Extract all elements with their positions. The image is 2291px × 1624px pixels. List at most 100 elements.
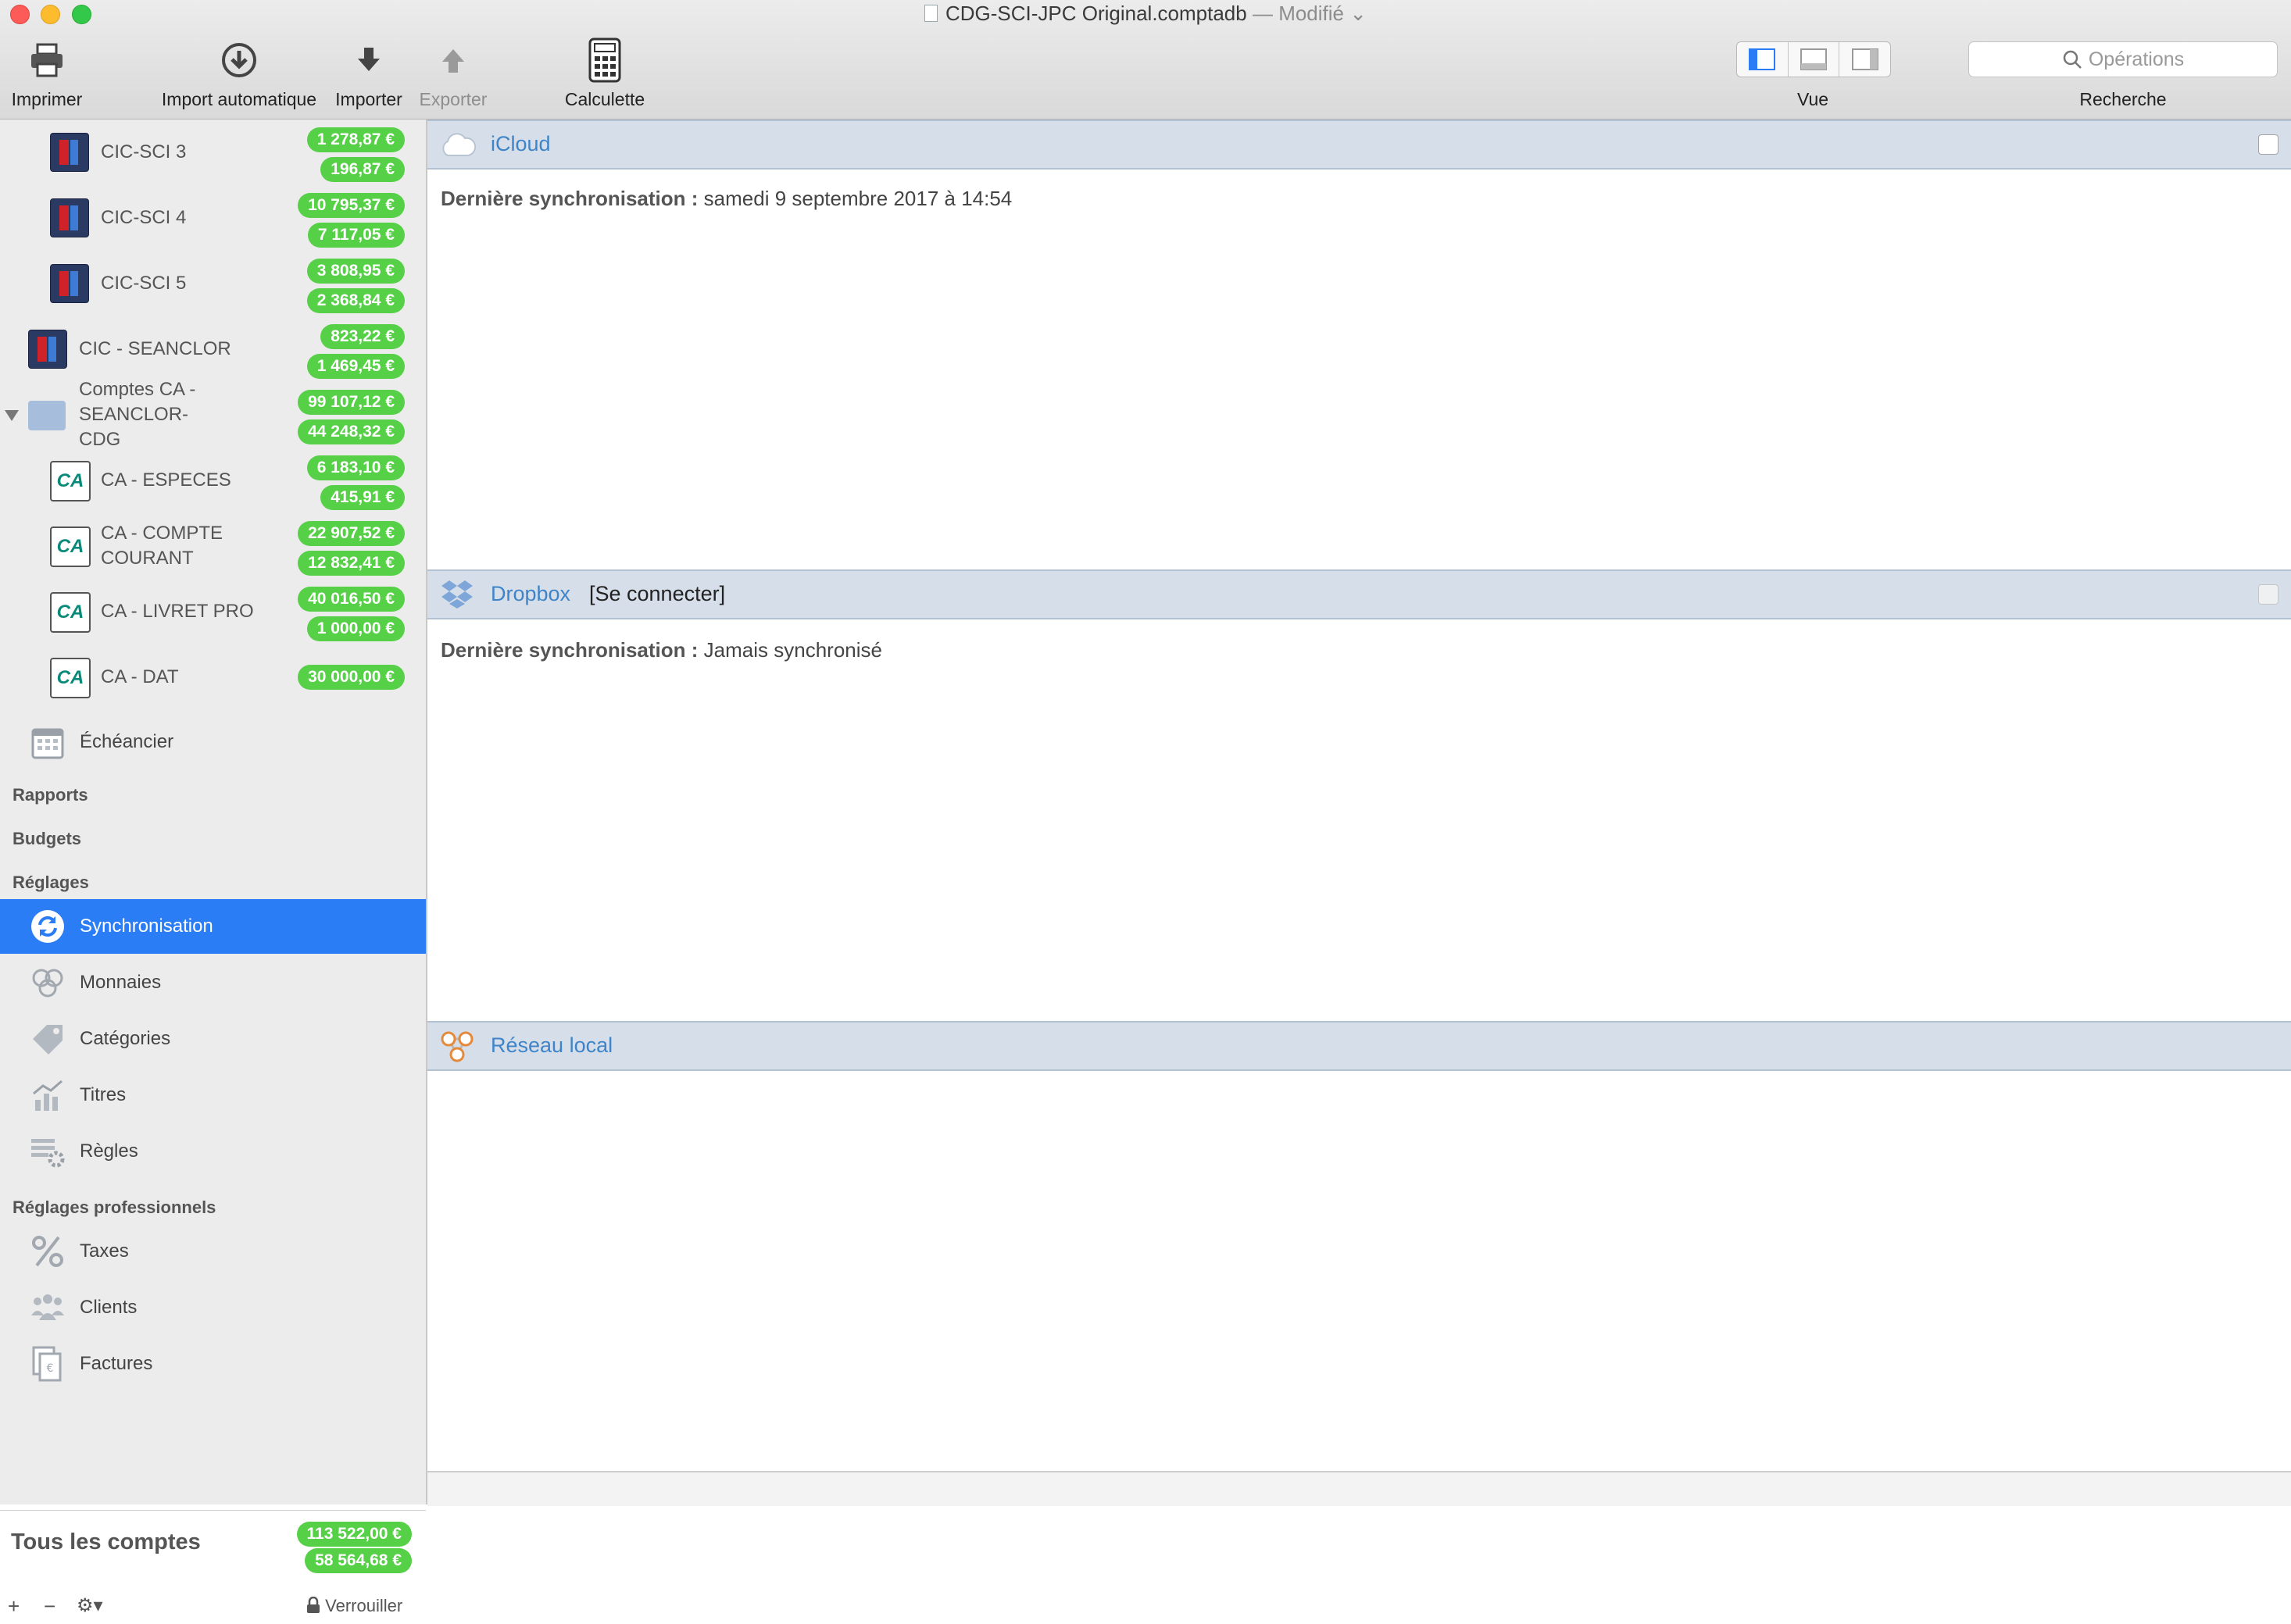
account-group-comptes-ca[interactable]: Comptes CA - SEANCLOR-CDG 99 107,12 € 44… bbox=[0, 379, 426, 450]
icloud-last-sync: Dernière synchronisation : samedi 9 sept… bbox=[441, 187, 1012, 211]
account-row-cic-sci-5[interactable]: CIC-SCI 5 3 808,95 € 2 368,84 € bbox=[0, 251, 426, 316]
account-secondary-badge: 1 000,00 € bbox=[306, 616, 405, 641]
view-segmented-control bbox=[1736, 41, 1891, 77]
sidebar-item-scheduler[interactable]: Échéancier bbox=[0, 715, 426, 769]
account-name: CA - COMPTE COURANT bbox=[101, 523, 223, 569]
icloud-enable-checkbox[interactable] bbox=[2258, 134, 2278, 155]
sidebar-left-icon bbox=[1749, 48, 1776, 70]
view-right-panel-button[interactable] bbox=[1839, 42, 1890, 77]
lock-label: Verrouiller bbox=[325, 1596, 403, 1615]
account-balance-badge: 40 016,50 € bbox=[298, 587, 405, 612]
cic-bank-icon bbox=[28, 330, 67, 369]
panel-right-icon bbox=[1851, 48, 1878, 70]
print-button[interactable]: Imprimer bbox=[3, 34, 91, 110]
account-balance-badge: 22 907,52 € bbox=[298, 521, 405, 546]
account-balance-badge: 823,22 € bbox=[320, 324, 405, 349]
disclosure-triangle-icon[interactable] bbox=[5, 410, 19, 421]
sidebar-item-invoices[interactable]: € Factures bbox=[0, 1337, 426, 1391]
window-title-text: CDG-SCI-JPC Original.comptadb bbox=[945, 2, 1247, 25]
account-row-ca-livret-pro[interactable]: CA CA - LIVRET PRO 40 016,50 € 1 000,00 … bbox=[0, 579, 426, 644]
window-title: CDG-SCI-JPC Original.comptadb — Modifié … bbox=[0, 2, 2291, 26]
account-secondary-badge: 196,87 € bbox=[320, 157, 405, 182]
total-secondary-badge: 58 564,68 € bbox=[305, 1548, 412, 1573]
local-network-section-header: Réseau local bbox=[427, 1021, 2291, 1071]
sync-settings-panel: iCloud Dernière synchronisation : samedi… bbox=[427, 120, 2291, 1506]
sidebar-section-budgets[interactable]: Budgets bbox=[13, 829, 81, 849]
account-secondary-badge: 2 368,84 € bbox=[306, 288, 405, 313]
calculator-icon bbox=[588, 37, 621, 83]
account-balance-badge: 3 808,95 € bbox=[306, 259, 405, 284]
view-sidebar-left-button[interactable] bbox=[1737, 42, 1789, 77]
sidebar-item-label: Titres bbox=[80, 1084, 127, 1105]
lock-icon bbox=[307, 1596, 320, 1613]
sidebar-item-sync[interactable]: Synchronisation bbox=[0, 899, 426, 954]
search-icon bbox=[2063, 50, 2082, 69]
sidebar-item-rules[interactable]: Règles bbox=[0, 1124, 426, 1179]
stock-chart-icon bbox=[30, 1077, 66, 1113]
add-account-button[interactable]: + bbox=[8, 1594, 20, 1619]
sidebar-item-label: Échéancier bbox=[80, 731, 174, 752]
arrow-down-icon bbox=[358, 48, 380, 71]
account-row-ca-especes[interactable]: CA CA - ESPECES 6 183,10 € 415,91 € bbox=[0, 448, 426, 513]
credit-agricole-icon: CA bbox=[50, 658, 91, 698]
remove-account-button[interactable]: − bbox=[44, 1594, 55, 1619]
sidebar-item-label: Monnaies bbox=[80, 972, 162, 993]
calculator-button[interactable]: Calculette bbox=[556, 34, 653, 110]
search-placeholder: Opérations bbox=[2088, 48, 2185, 70]
account-row-cic-sci-3[interactable]: CIC-SCI 3 1 278,87 € 196,87 € bbox=[0, 120, 426, 185]
last-sync-value: Jamais synchronisé bbox=[703, 638, 882, 662]
import-label: Importer bbox=[335, 89, 402, 109]
sidebar-section-pro-settings[interactable]: Réglages professionnels bbox=[13, 1197, 216, 1218]
sidebar-item-categories[interactable]: Catégories bbox=[0, 1012, 426, 1066]
percent-icon bbox=[30, 1233, 66, 1269]
view-bottom-panel-button[interactable] bbox=[1789, 42, 1840, 77]
sidebar-section-settings[interactable]: Réglages bbox=[13, 873, 89, 893]
search-label: Recherche bbox=[2079, 89, 2167, 109]
network-icon bbox=[438, 1030, 476, 1062]
sidebar-section-reports[interactable]: Rapports bbox=[13, 785, 88, 805]
account-name: CIC-SCI 5 bbox=[101, 273, 187, 294]
cic-bank-icon bbox=[50, 264, 89, 303]
chevron-down-icon[interactable]: ⌄ bbox=[1349, 2, 1367, 25]
sidebar-item-currencies[interactable]: Monnaies bbox=[0, 955, 426, 1010]
dropbox-section-header: Dropbox [Se connecter] bbox=[427, 569, 2291, 619]
dropbox-title: Dropbox bbox=[491, 582, 571, 605]
sidebar: CIC-SCI 3 1 278,87 € 196,87 € CIC-SCI 4 … bbox=[0, 120, 427, 1618]
tag-icon bbox=[30, 1021, 66, 1057]
invoice-icon: € bbox=[30, 1346, 66, 1382]
account-name: Comptes CA - SEANCLOR-CDG bbox=[79, 379, 196, 450]
panel-bottom-icon bbox=[1800, 48, 1827, 70]
account-name: CA - DAT bbox=[101, 666, 179, 687]
account-secondary-badge: 44 248,32 € bbox=[298, 419, 405, 444]
import-button[interactable]: Importer bbox=[328, 34, 409, 110]
all-accounts-row[interactable]: Tous les comptes 113 522,00 € 58 564,68 … bbox=[0, 1510, 426, 1586]
sidebar-item-clients[interactable]: Clients bbox=[0, 1280, 426, 1335]
local-network-title: Réseau local bbox=[491, 1033, 613, 1057]
icloud-section-header: iCloud bbox=[427, 120, 2291, 170]
account-row-cic-seanclor[interactable]: CIC - SEANCLOR 823,22 € 1 469,45 € bbox=[0, 316, 426, 382]
search-input[interactable]: Opérations bbox=[1968, 41, 2278, 77]
auto-import-button[interactable]: Import automatique bbox=[156, 34, 322, 110]
account-name: CA - LIVRET PRO bbox=[101, 601, 254, 622]
dropbox-enable-checkbox[interactable] bbox=[2258, 584, 2278, 605]
document-icon bbox=[924, 5, 938, 22]
credit-agricole-icon: CA bbox=[50, 526, 91, 567]
gear-icon[interactable]: ⚙▾ bbox=[77, 1594, 103, 1617]
account-name: CA - ESPECES bbox=[101, 469, 231, 491]
sidebar-item-taxes[interactable]: Taxes bbox=[0, 1224, 426, 1279]
account-row-ca-compte-courant[interactable]: CA CA - COMPTE COURANT 22 907,52 € 12 83… bbox=[0, 513, 426, 579]
account-row-ca-dat[interactable]: CA CA - DAT 30 000,00 € bbox=[0, 644, 426, 710]
export-button[interactable]: Exporter bbox=[413, 34, 494, 110]
cic-bank-icon bbox=[50, 198, 89, 237]
sidebar-item-securities[interactable]: Titres bbox=[0, 1068, 426, 1123]
icloud-title[interactable]: iCloud bbox=[491, 132, 551, 156]
dropbox-connect-link[interactable]: [Se connecter] bbox=[589, 582, 725, 606]
sidebar-footer: + − ⚙▾ Verrouiller bbox=[0, 1590, 426, 1624]
lock-button[interactable]: Verrouiller bbox=[306, 1596, 402, 1616]
calculator-label: Calculette bbox=[564, 89, 645, 109]
modified-indicator: — Modifié bbox=[1252, 2, 1345, 25]
folder-icon bbox=[28, 401, 66, 430]
sidebar-item-label: Règles bbox=[80, 1140, 138, 1162]
account-row-cic-sci-4[interactable]: CIC-SCI 4 10 795,37 € 7 117,05 € bbox=[0, 185, 426, 251]
account-secondary-badge: 7 117,05 € bbox=[307, 223, 405, 248]
